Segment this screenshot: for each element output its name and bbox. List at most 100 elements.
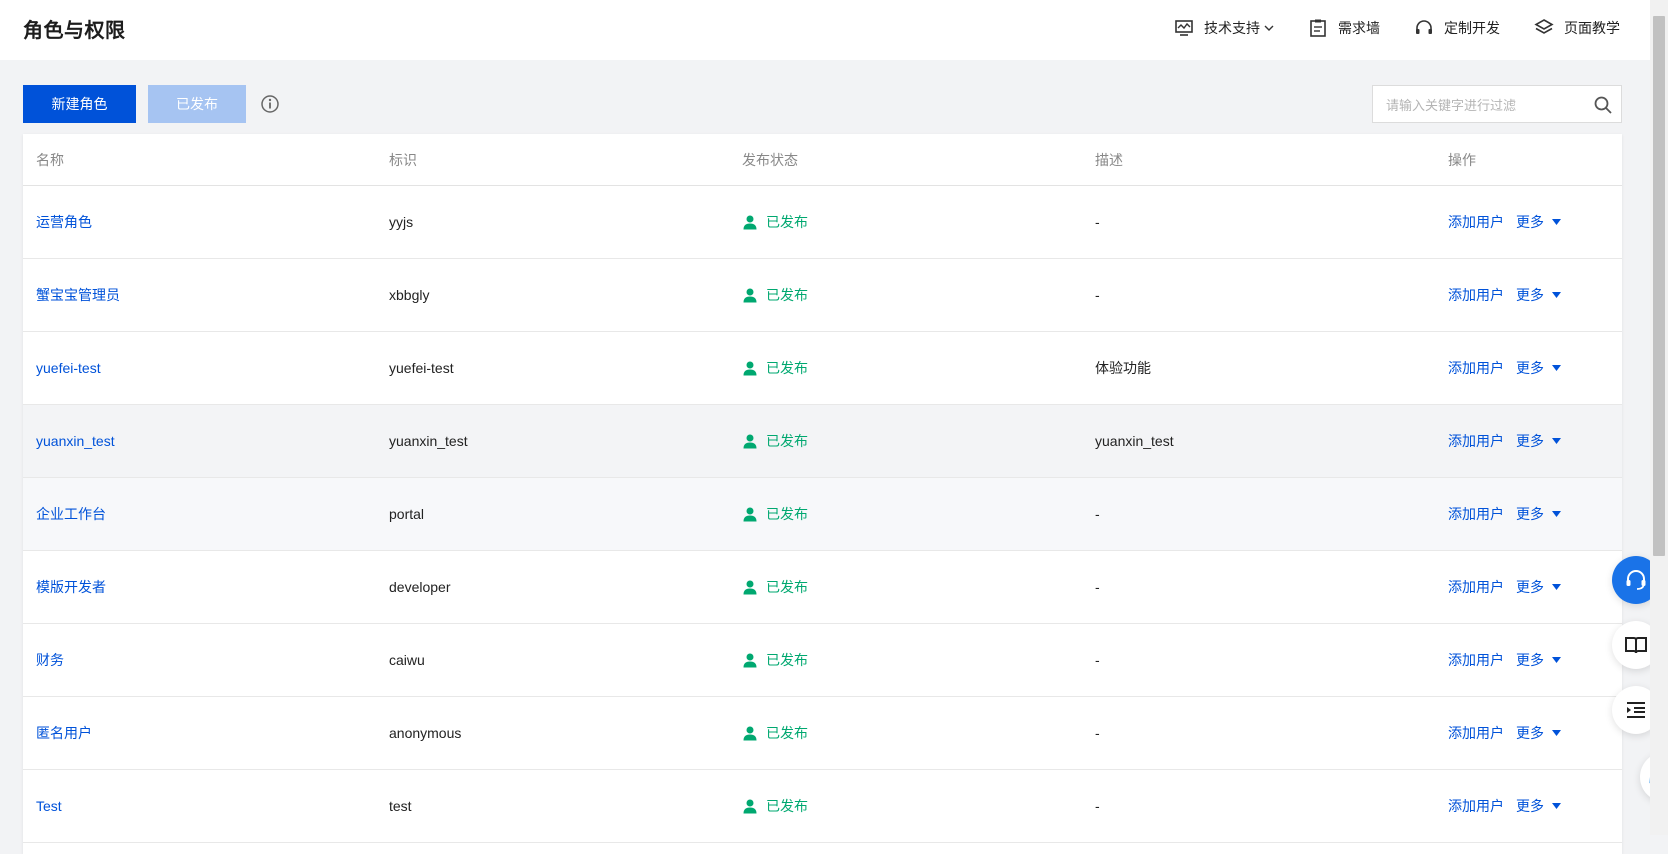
status-text: 已发布 [766, 798, 808, 814]
more-dropdown[interactable]: 更多 [1516, 212, 1561, 232]
role-description: - [1095, 287, 1100, 303]
search-input[interactable] [1373, 86, 1598, 124]
role-description: - [1095, 798, 1100, 814]
table-body: 运营角色 yyjs 已发布 - 添加用户 更多 蟹宝宝管理员 xbbgly 已发布 - 添加用户 更多… [23, 186, 1622, 843]
status-badge: 已发布 [742, 723, 1082, 743]
more-label: 更多 [1516, 214, 1544, 230]
nav-page-tutorial-label: 页面教学 [1564, 20, 1620, 36]
chevron-down-icon [1264, 25, 1274, 31]
role-name-link[interactable]: 企业工作台 [36, 506, 106, 522]
user-icon [743, 653, 757, 668]
nav-tech-support[interactable]: 技术支持 [1174, 18, 1274, 38]
nav-requirements[interactable]: 需求墙 [1308, 18, 1380, 38]
more-label: 更多 [1516, 652, 1544, 668]
nav-custom-dev-label: 定制开发 [1444, 20, 1500, 36]
role-name-link[interactable]: 匿名用户 [36, 725, 92, 741]
more-dropdown[interactable]: 更多 [1516, 504, 1561, 524]
monitor-chart-icon [1175, 20, 1193, 36]
search-icon[interactable] [1593, 95, 1613, 115]
nav-page-tutorial[interactable]: 页面教学 [1534, 18, 1620, 38]
add-user-link[interactable]: 添加用户 [1448, 650, 1504, 670]
info-icon[interactable] [260, 94, 280, 114]
nav-tech-support-label: 技术支持 [1204, 20, 1260, 36]
indent-list-icon [1627, 702, 1645, 718]
role-description: - [1095, 725, 1100, 741]
role-description: - [1095, 214, 1100, 230]
table-row: 运营角色 yyjs 已发布 - 添加用户 更多 [23, 186, 1622, 259]
table-row: 财务 caiwu 已发布 - 添加用户 更多 [23, 624, 1622, 697]
role-description: 体验功能 [1095, 360, 1151, 376]
add-user-link[interactable]: 添加用户 [1448, 504, 1504, 524]
role-name-link[interactable]: 蟹宝宝管理员 [36, 287, 120, 303]
roles-table: 名称 标识 发布状态 描述 操作 运营角色 yyjs 已发布 - 添加用户 更多 蟹宝宝管理… [23, 134, 1622, 854]
toolbar: 新建角色 已发布 [23, 85, 280, 123]
table-row: 模版开发者 developer 已发布 - 添加用户 更多 [23, 551, 1622, 624]
status-text: 已发布 [766, 360, 808, 376]
col-status-header: 发布状态 [742, 151, 798, 168]
published-button: 已发布 [148, 85, 246, 123]
scrollbar[interactable] [1650, 0, 1668, 835]
top-nav: 技术支持 需求墙 定制开发 页面教学 [1140, 0, 1620, 56]
add-user-link[interactable]: 添加用户 [1448, 358, 1504, 378]
caret-down-icon [1552, 729, 1561, 736]
role-id: xbbgly [389, 287, 430, 303]
col-name-header: 名称 [36, 151, 64, 168]
user-icon [743, 726, 757, 741]
table-row: 企业工作台 portal 已发布 - 添加用户 更多 [23, 478, 1622, 551]
status-badge: 已发布 [742, 431, 1082, 451]
open-book-icon [1625, 637, 1647, 654]
headset-icon [1416, 20, 1432, 34]
role-id: yuefei-test [389, 360, 454, 376]
add-user-link[interactable]: 添加用户 [1448, 723, 1504, 743]
more-dropdown[interactable]: 更多 [1516, 650, 1561, 670]
more-label: 更多 [1516, 433, 1544, 449]
table-row: yuefei-test yuefei-test 已发布 体验功能 添加用户 更多 [23, 332, 1622, 405]
user-icon [743, 215, 757, 230]
user-icon [743, 507, 757, 522]
caret-down-icon [1552, 510, 1561, 517]
user-icon [743, 580, 757, 595]
role-name-link[interactable]: Test [36, 798, 62, 814]
add-user-link[interactable]: 添加用户 [1448, 212, 1504, 232]
more-dropdown[interactable]: 更多 [1516, 358, 1561, 378]
status-badge: 已发布 [742, 504, 1082, 524]
status-text: 已发布 [766, 652, 808, 668]
role-id: anonymous [389, 725, 462, 741]
status-badge: 已发布 [742, 358, 1082, 378]
status-text: 已发布 [766, 433, 808, 449]
user-icon [743, 799, 757, 814]
col-actions-header: 操作 [1448, 151, 1476, 168]
role-name-link[interactable]: yuanxin_test [36, 433, 115, 449]
more-label: 更多 [1516, 287, 1544, 303]
more-dropdown[interactable]: 更多 [1516, 285, 1561, 305]
add-user-link[interactable]: 添加用户 [1448, 796, 1504, 816]
clipboard-icon [1310, 19, 1326, 37]
more-dropdown[interactable]: 更多 [1516, 723, 1561, 743]
status-text: 已发布 [766, 214, 808, 230]
role-name-link[interactable]: yuefei-test [36, 360, 101, 376]
more-dropdown[interactable]: 更多 [1516, 577, 1561, 597]
headset-icon [1626, 570, 1646, 590]
new-role-button[interactable]: 新建角色 [23, 85, 136, 123]
status-badge: 已发布 [742, 285, 1082, 305]
role-description: - [1095, 579, 1100, 595]
add-user-link[interactable]: 添加用户 [1448, 431, 1504, 451]
nav-custom-dev[interactable]: 定制开发 [1414, 18, 1500, 38]
user-icon [743, 288, 757, 303]
role-name-link[interactable]: 模版开发者 [36, 579, 106, 595]
role-id: developer [389, 579, 451, 595]
status-badge: 已发布 [742, 796, 1082, 816]
more-dropdown[interactable]: 更多 [1516, 431, 1561, 451]
role-name-link[interactable]: 财务 [36, 652, 64, 668]
status-badge: 已发布 [742, 212, 1082, 232]
caret-down-icon [1552, 583, 1561, 590]
add-user-link[interactable]: 添加用户 [1448, 285, 1504, 305]
role-name-link[interactable]: 运营角色 [36, 214, 92, 230]
table-row: 蟹宝宝管理员 xbbgly 已发布 - 添加用户 更多 [23, 259, 1622, 332]
role-id: portal [389, 506, 425, 522]
more-dropdown[interactable]: 更多 [1516, 796, 1561, 816]
more-label: 更多 [1516, 725, 1544, 741]
scrollbar-thumb[interactable] [1653, 16, 1665, 556]
role-id: test [389, 798, 412, 814]
add-user-link[interactable]: 添加用户 [1448, 577, 1504, 597]
